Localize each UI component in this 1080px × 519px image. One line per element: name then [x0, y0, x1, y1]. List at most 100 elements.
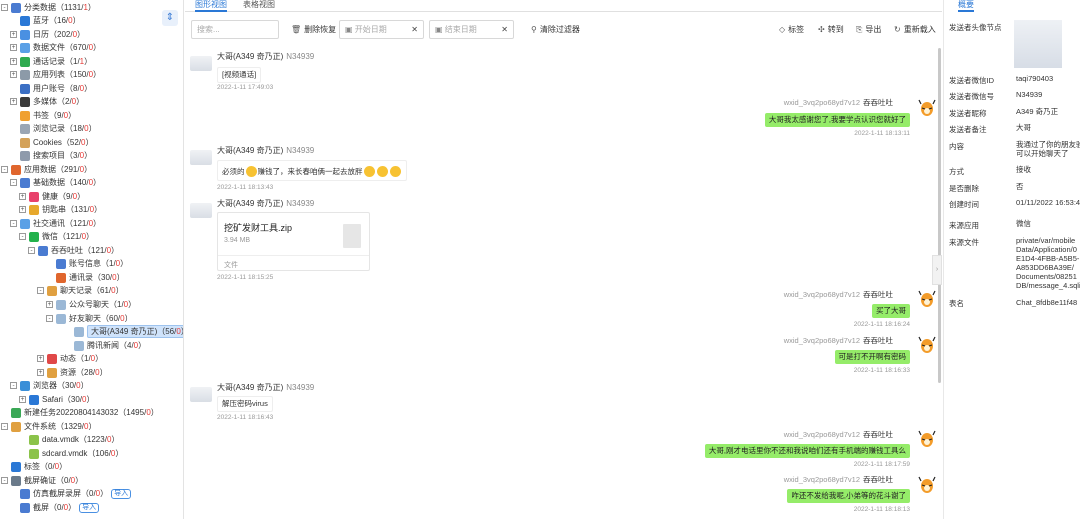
tree-node[interactable]: 仿真截屏录屏（0/0） 导入	[10, 487, 132, 500]
clear-filter-button[interactable]: ⚲ 清除过滤器	[531, 24, 580, 36]
forward-button[interactable]: ✣ 转到	[818, 24, 844, 36]
collapse-icon[interactable]: -	[10, 179, 17, 186]
sender-nickname: 吞吞吐吐	[863, 98, 893, 107]
tag-button[interactable]: ◇ 标签	[779, 24, 804, 36]
tree-node[interactable]: Cookies（52/0）	[10, 136, 93, 149]
chat-bubble-icon	[74, 340, 84, 351]
tab-summary[interactable]: 概要	[958, 0, 974, 12]
collapse-icon[interactable]: -	[19, 233, 26, 240]
tab-graph-view[interactable]: 图形视图	[195, 0, 227, 12]
tree-node[interactable]: - 好友聊天（60/0）	[46, 312, 133, 325]
tree-node[interactable]: - 基础数据（140/0）	[10, 176, 101, 189]
tree-node-label: 文件系统（1329/0）	[24, 422, 97, 431]
tree-node[interactable]: - 微信（121/0）	[19, 230, 94, 243]
tab-table-view[interactable]: 表格视图	[243, 0, 275, 10]
tree-node[interactable]: 新建任务20220804143032（1495/0）	[1, 406, 159, 419]
tree-node-label: 公众号聊天（1/0）	[69, 300, 137, 309]
tree-node[interactable]: 搜索项目（3/0）	[10, 149, 92, 162]
expand-icon[interactable]: +	[10, 98, 17, 105]
tree-node[interactable]: 蓝牙（16/0）	[10, 14, 81, 27]
tree-node[interactable]: 账号信息（1/0）	[46, 257, 128, 270]
detail-value: 大哥	[1016, 123, 1031, 132]
import-tag[interactable]: 导入	[111, 488, 132, 499]
collapse-icon[interactable]: -	[1, 166, 8, 173]
collapse-icon[interactable]: -	[1, 423, 8, 430]
expand-icon[interactable]: +	[19, 193, 26, 200]
collapse-icon[interactable]: -	[10, 382, 17, 389]
tree-node[interactable]: - 分类数据（1131/1）	[1, 1, 96, 14]
tree-node[interactable]: sdcard.vmdk（106/0）	[19, 447, 123, 460]
tree-collapse-button[interactable]: ⇕	[162, 10, 178, 26]
export-button[interactable]: ⎘ 导出	[856, 24, 881, 36]
tree-node[interactable]: 浏览记录（18/0）	[10, 122, 97, 135]
delete-restore-button[interactable]: 🗑 删除恢复	[291, 24, 336, 36]
tree-node[interactable]: + 动态（1/0）	[37, 352, 103, 365]
end-date-input[interactable]: ▣ 结束日期 ✕	[429, 20, 514, 39]
message-bubble[interactable]: 解压密码virus	[217, 396, 273, 412]
expand-icon[interactable]: +	[46, 301, 53, 308]
message-bubble[interactable]: 大哥,刚才电话里你不还和我说咱们还有手机端的赚钱工具么	[704, 444, 910, 458]
tree-node[interactable]: 书签（9/0）	[10, 109, 76, 122]
message-bubble[interactable]: 可是打不开啊有密码	[834, 350, 910, 364]
tree-node[interactable]: + 健康（9/0）	[19, 190, 85, 203]
tree-node[interactable]: data.vmdk（1223/0）	[19, 433, 119, 446]
app-list-icon	[20, 69, 30, 80]
file-card[interactable]: 挖矿发财工具.zip 3.94 MB 文件	[217, 212, 370, 271]
message-list[interactable]: 大哥(A349 奇乃正) N34939 [视频通话] 2022-1-11 17:4…	[185, 44, 937, 519]
tree-node[interactable]: + 日历（202/0）	[10, 28, 85, 41]
tree-node[interactable]: - 应用数据（291/0）	[1, 163, 92, 176]
tree-node[interactable]: + 资源（28/0）	[37, 366, 108, 379]
expand-icon[interactable]: +	[10, 58, 17, 65]
tree-node[interactable]: + 多媒体（2/0）	[10, 95, 84, 108]
tree-node[interactable]: - 文件系统（1329/0）	[1, 420, 96, 433]
message-text: 赚钱了，来长春咱俩一起去放胖	[257, 167, 363, 176]
tree-node[interactable]: 用户账号（8/0）	[10, 82, 92, 95]
tree-node[interactable]: 标签（0/0）	[1, 460, 67, 473]
tree-node[interactable]: - 截屏确证（0/0）	[1, 474, 83, 487]
tree-node[interactable]: + Safari（30/0）	[19, 393, 94, 406]
tree-node[interactable]: + 钥匙串（131/0）	[19, 203, 102, 216]
tree-node[interactable]: + 通话记录（1/1）	[10, 55, 92, 68]
search-input[interactable]: 搜索...	[191, 20, 279, 39]
tree-node[interactable]: 腾讯新闻（4/0）	[64, 339, 146, 352]
start-date-input[interactable]: ▣ 开始日期 ✕	[339, 20, 424, 39]
message-bubble[interactable]: [视频通话]	[217, 67, 262, 83]
message-bubble[interactable]: 咋还不发给我呢,小弟等的花斗谢了	[787, 489, 910, 503]
expand-icon[interactable]: +	[19, 206, 26, 213]
tree-node-label: data.vmdk（1223/0）	[42, 435, 120, 444]
message-bubble[interactable]: 大哥我太感谢您了,我要学点认识您就好了	[764, 113, 910, 127]
expand-icon[interactable]: +	[37, 369, 44, 376]
tree-node[interactable]: 大哥(A349 奇乃正)（56/0）	[64, 325, 183, 338]
calendar-icon: ▣	[435, 25, 445, 34]
evidence-tree[interactable]: ⇕ - 分类数据（1131/1） 蓝牙（16/0） + 日历（202/0） + 数据文件（67…	[0, 0, 184, 519]
reload-button[interactable]: ↻ 重新载入	[894, 24, 936, 36]
tree-node[interactable]: + 数据文件（670/0）	[10, 41, 101, 54]
collapse-icon[interactable]: -	[1, 477, 8, 484]
message-bubble[interactable]: 买了大哥	[872, 304, 910, 318]
tree-node[interactable]: + 公众号聊天（1/0）	[46, 298, 136, 311]
tree-node[interactable]: + 应用列表（150/0）	[10, 68, 101, 81]
collapse-icon[interactable]: -	[46, 315, 53, 322]
collapse-icon[interactable]: -	[1, 4, 8, 11]
tree-node[interactable]: - 浏览器（30/0）	[10, 379, 89, 392]
import-tag[interactable]: 导入	[79, 502, 100, 513]
expand-icon[interactable]: +	[10, 31, 17, 38]
expand-icon[interactable]: +	[10, 71, 17, 78]
collapse-icon[interactable]: -	[10, 220, 17, 227]
tree-node[interactable]: - 聊天记录（61/0）	[37, 284, 124, 297]
expand-icon[interactable]: +	[19, 396, 26, 403]
message-bubble[interactable]: 必须的 赚钱了，来长春咱俩一起去放胖	[217, 160, 407, 181]
collapse-icon[interactable]: -	[37, 287, 44, 294]
clear-start-date-icon[interactable]: ✕	[411, 21, 418, 38]
scrollbar[interactable]	[938, 48, 941, 383]
collapse-detail-handle[interactable]: ›	[932, 255, 942, 285]
collapse-icon[interactable]: -	[28, 247, 35, 254]
tree-node[interactable]: 通讯录（30/0）	[46, 271, 125, 284]
tree-node[interactable]: - 吞吞吐吐（121/0）	[28, 244, 119, 257]
clear-end-date-icon[interactable]: ✕	[501, 21, 508, 38]
expand-icon[interactable]: +	[37, 355, 44, 362]
tree-node[interactable]: 截屏（0/0） 导入	[10, 501, 100, 514]
tree-node[interactable]: - 社交通讯（121/0）	[10, 217, 101, 230]
expand-icon[interactable]: +	[10, 44, 17, 51]
android-icon	[29, 434, 39, 445]
